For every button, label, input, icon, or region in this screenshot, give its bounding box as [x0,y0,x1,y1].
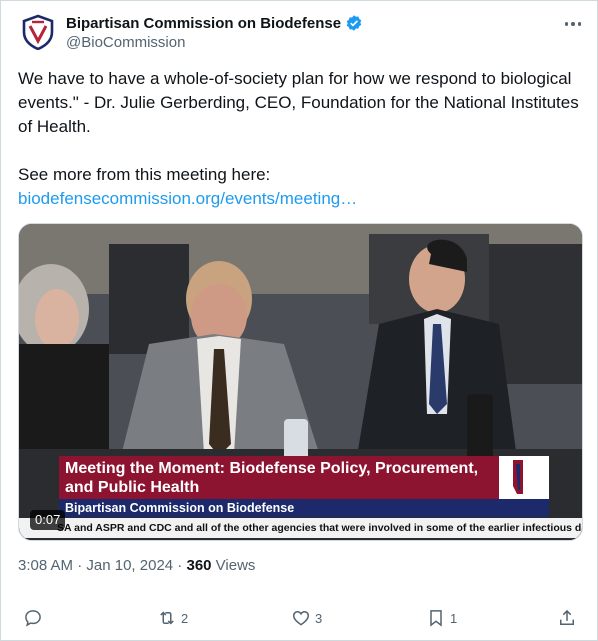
tweet-date[interactable]: Jan 10, 2024 [86,557,173,574]
share-icon [560,609,574,625]
video-title: Meeting the Moment: Biodefense Policy, P… [59,456,499,499]
display-name[interactable]: Bipartisan Commission on Biodefense [66,15,341,32]
video-player[interactable]: Meeting the Moment: Biodefense Policy, P… [18,223,583,541]
retweet-icon [160,611,174,625]
bookmark-button[interactable]: 1 [426,605,457,631]
retweet-count: 2 [181,610,189,626]
tweet-text: We have to have a whole-of-society plan … [18,67,583,211]
like-count: 3 [315,610,323,626]
tweet-body: We have to have a whole-of-society plan … [18,69,579,184]
reply-icon [25,610,41,627]
commission-mark-icon [513,460,523,494]
shield-logo-icon [22,14,54,50]
meeting-link[interactable]: biodefensecommission.org/events/meeting… [18,189,357,208]
video-lower-third: Meeting the Moment: Biodefense Policy, P… [59,456,564,519]
heart-icon [292,610,310,626]
retweet-button[interactable]: 2 [157,605,188,631]
tweet-card[interactable]: Bipartisan Commission on Biodefense @Bio… [0,0,598,641]
bookmark-icon [430,610,442,627]
reply-button[interactable] [23,605,47,631]
like-button[interactable]: 3 [291,605,322,631]
meta-separator: · [73,557,87,574]
more-options-icon[interactable] [561,14,585,34]
video-caption-ticker: SA and ASPR and CDC and all of the other… [19,518,582,538]
tweet-time[interactable]: 3:08 AM [18,557,73,574]
verified-badge-icon [346,15,362,31]
share-button[interactable] [557,605,581,631]
video-duration: 0:07 [30,510,66,530]
views-count: 360 [186,557,212,574]
video-logo [499,456,549,499]
avatar[interactable] [18,12,58,52]
action-bar: 2 3 1 [1,605,598,631]
tweet-meta: 3:08 AM · Jan 10, 2024 · 360 Views [18,557,255,574]
tweet-header: Bipartisan Commission on Biodefense @Bio… [18,12,585,54]
meta-separator-2: · [173,557,187,574]
video-subtitle: Bipartisan Commission on Biodefense [59,499,549,517]
account-handle[interactable]: @BioCommission [66,34,185,51]
bookmark-count: 1 [450,610,458,626]
views-label: Views [211,557,256,574]
